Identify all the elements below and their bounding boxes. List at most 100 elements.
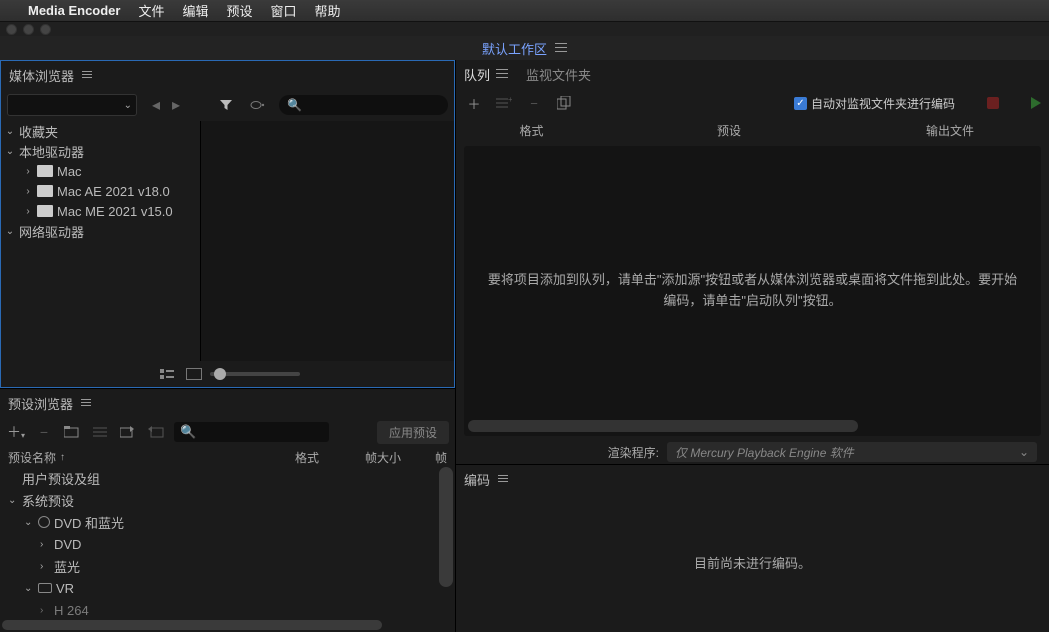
- zoom-window-icon[interactable]: [40, 24, 51, 35]
- media-tree: ⌄收藏夹 ⌄本地驱动器 ›Mac ›Mac AE 2021 v18.0 ›Mac…: [1, 121, 201, 361]
- tree-local-drives[interactable]: ⌄本地驱动器: [1, 141, 200, 161]
- nav-back-icon[interactable]: ◂: [147, 96, 165, 114]
- tree-drive[interactable]: ›Mac ME 2021 v15.0: [1, 201, 200, 221]
- encoding-title: 编码: [464, 470, 490, 489]
- renderer-row: 渲染程序: 仅 Mercury Playback Engine 软件 ⌄: [456, 440, 1049, 464]
- media-search-input[interactable]: 🔍: [279, 95, 448, 115]
- queue-hscroll[interactable]: [468, 420, 1037, 432]
- thumbnail-view-icon[interactable]: [186, 368, 202, 380]
- preset-hscroll[interactable]: [0, 618, 455, 632]
- remove-icon[interactable]: −: [524, 93, 544, 113]
- renderer-select[interactable]: 仅 Mercury Playback Engine 软件 ⌄: [667, 442, 1037, 462]
- col-preset: 预设: [599, 122, 859, 139]
- checkbox-checked-icon: ✓: [794, 97, 807, 110]
- auto-encode-checkbox[interactable]: ✓ 自动对监视文件夹进行编码: [794, 95, 955, 112]
- drive-icon: [37, 205, 53, 217]
- preset-toolbar: ＋▾ − 🔍 应用预设: [0, 417, 455, 447]
- preset-settings-icon[interactable]: [90, 422, 110, 442]
- preset-dvd-bluray[interactable]: ⌄DVD 和蓝光: [0, 511, 455, 533]
- ingest-icon[interactable]: [247, 94, 269, 116]
- preset-browser-panel: 预设浏览器 ＋▾ − 🔍 应用预设 预设名称 ↑ 格式 帧大小 帧 用户预设及组: [0, 388, 455, 632]
- macos-menubar: Media Encoder 文件 编辑 预设 窗口 帮助: [0, 0, 1049, 22]
- panel-menu-icon[interactable]: [82, 71, 92, 79]
- preset-dvd[interactable]: ›DVD: [0, 533, 455, 555]
- svg-text:+: +: [508, 96, 512, 104]
- new-group-icon[interactable]: [62, 422, 82, 442]
- menu-preset[interactable]: 预设: [227, 1, 253, 20]
- queue-drop-area[interactable]: 要将项目添加到队列，请单击"添加源"按钮或者从媒体浏览器或桌面将文件拖到此处。要…: [464, 146, 1041, 436]
- renderer-label: 渲染程序:: [608, 444, 659, 461]
- close-window-icon[interactable]: [6, 24, 17, 35]
- preset-h264[interactable]: ›H 264: [0, 599, 455, 618]
- preset-browser-title: 预设浏览器: [8, 394, 73, 413]
- queue-hint: 要将项目添加到队列，请单击"添加源"按钮或者从媒体浏览器或桌面将文件拖到此处。要…: [484, 270, 1021, 312]
- tab-queue[interactable]: 队列: [464, 65, 508, 84]
- col-format[interactable]: 格式: [295, 449, 365, 466]
- panel-menu-icon[interactable]: [498, 475, 508, 483]
- tree-network-drives[interactable]: ⌄网络驱动器: [1, 221, 200, 241]
- filter-icon[interactable]: [215, 94, 237, 116]
- app-name[interactable]: Media Encoder: [28, 3, 120, 18]
- queue-toolbar: ＋ + − ✓ 自动对监视文件夹进行编码: [456, 88, 1049, 118]
- preset-scrollbar[interactable]: [439, 467, 453, 618]
- workspace-menu-icon[interactable]: [555, 43, 567, 53]
- add-output-icon[interactable]: +: [494, 93, 514, 113]
- encoding-body: 目前尚未进行编码。: [456, 493, 1049, 632]
- queue-panel: 队列 监视文件夹 ＋ + − ✓ 自动对监视文件夹进行编码 格式: [456, 60, 1049, 464]
- import-preset-icon[interactable]: [118, 422, 138, 442]
- media-preview-area: [201, 121, 454, 361]
- menu-window[interactable]: 窗口: [271, 1, 297, 20]
- media-browser-toolbar: ⌄ ◂ ▸ 🔍: [1, 89, 454, 121]
- col-output: 输出文件: [859, 122, 1041, 139]
- preset-user-group[interactable]: 用户预设及组: [0, 467, 455, 489]
- minimize-window-icon[interactable]: [23, 24, 34, 35]
- preset-columns: 预设名称 ↑ 格式 帧大小 帧: [0, 447, 455, 467]
- disc-icon: [38, 516, 50, 528]
- tree-drive[interactable]: ›Mac AE 2021 v18.0: [1, 181, 200, 201]
- zoom-knob[interactable]: [214, 368, 226, 380]
- preset-search-input[interactable]: 🔍: [174, 422, 329, 442]
- queue-columns: 格式 预设 输出文件: [456, 118, 1049, 142]
- menu-edit[interactable]: 编辑: [182, 1, 208, 20]
- panel-menu-icon[interactable]: [81, 399, 91, 407]
- export-preset-icon[interactable]: [146, 422, 166, 442]
- nav-forward-icon[interactable]: ▸: [167, 96, 185, 114]
- media-browser-panel: 媒体浏览器 ⌄ ◂ ▸ 🔍: [0, 60, 455, 388]
- tree-favorites[interactable]: ⌄收藏夹: [1, 121, 200, 141]
- stop-queue-icon[interactable]: [987, 97, 999, 109]
- preset-tree: 用户预设及组 ⌄系统预设 ⌄DVD 和蓝光 ›DVD ›蓝光 ⌄VR ›H 26…: [0, 467, 455, 618]
- sort-asc-icon[interactable]: ↑: [60, 452, 65, 463]
- new-preset-icon[interactable]: ＋▾: [6, 422, 26, 442]
- preset-vr[interactable]: ⌄VR: [0, 577, 455, 599]
- encoding-idle-text: 目前尚未进行编码。: [694, 553, 811, 572]
- col-frame-rate[interactable]: 帧: [435, 449, 447, 466]
- preset-bluray[interactable]: ›蓝光: [0, 555, 455, 577]
- media-browser-header: 媒体浏览器: [1, 61, 454, 89]
- encoding-header: 编码: [456, 465, 1049, 493]
- preset-system[interactable]: ⌄系统预设: [0, 489, 455, 511]
- search-icon: 🔍: [287, 98, 302, 112]
- add-source-icon[interactable]: ＋: [464, 93, 484, 113]
- duplicate-icon[interactable]: [554, 93, 574, 113]
- vr-icon: [38, 583, 52, 593]
- menu-help[interactable]: 帮助: [315, 1, 341, 20]
- col-name[interactable]: 预设名称: [8, 449, 56, 466]
- path-dropdown[interactable]: ⌄: [7, 94, 137, 116]
- panel-menu-icon[interactable]: [496, 69, 508, 79]
- window-controls: [0, 22, 1049, 36]
- media-browser-title: 媒体浏览器: [9, 66, 74, 85]
- tree-drive[interactable]: ›Mac: [1, 161, 200, 181]
- zoom-slider[interactable]: [210, 372, 300, 376]
- workspace-label[interactable]: 默认工作区: [482, 39, 547, 58]
- list-view-icon[interactable]: [156, 363, 178, 385]
- apply-preset-button[interactable]: 应用预设: [377, 421, 449, 444]
- chevron-down-icon: ⌄: [1019, 445, 1029, 459]
- queue-tabs: 队列 监视文件夹: [456, 60, 1049, 88]
- start-queue-icon[interactable]: [1031, 97, 1041, 109]
- menu-file[interactable]: 文件: [138, 1, 164, 20]
- tab-watch-folders[interactable]: 监视文件夹: [526, 65, 591, 84]
- delete-preset-icon[interactable]: −: [34, 422, 54, 442]
- preset-browser-header: 预设浏览器: [0, 389, 455, 417]
- col-frame-size[interactable]: 帧大小: [365, 449, 435, 466]
- chevron-down-icon: ⌄: [124, 100, 132, 111]
